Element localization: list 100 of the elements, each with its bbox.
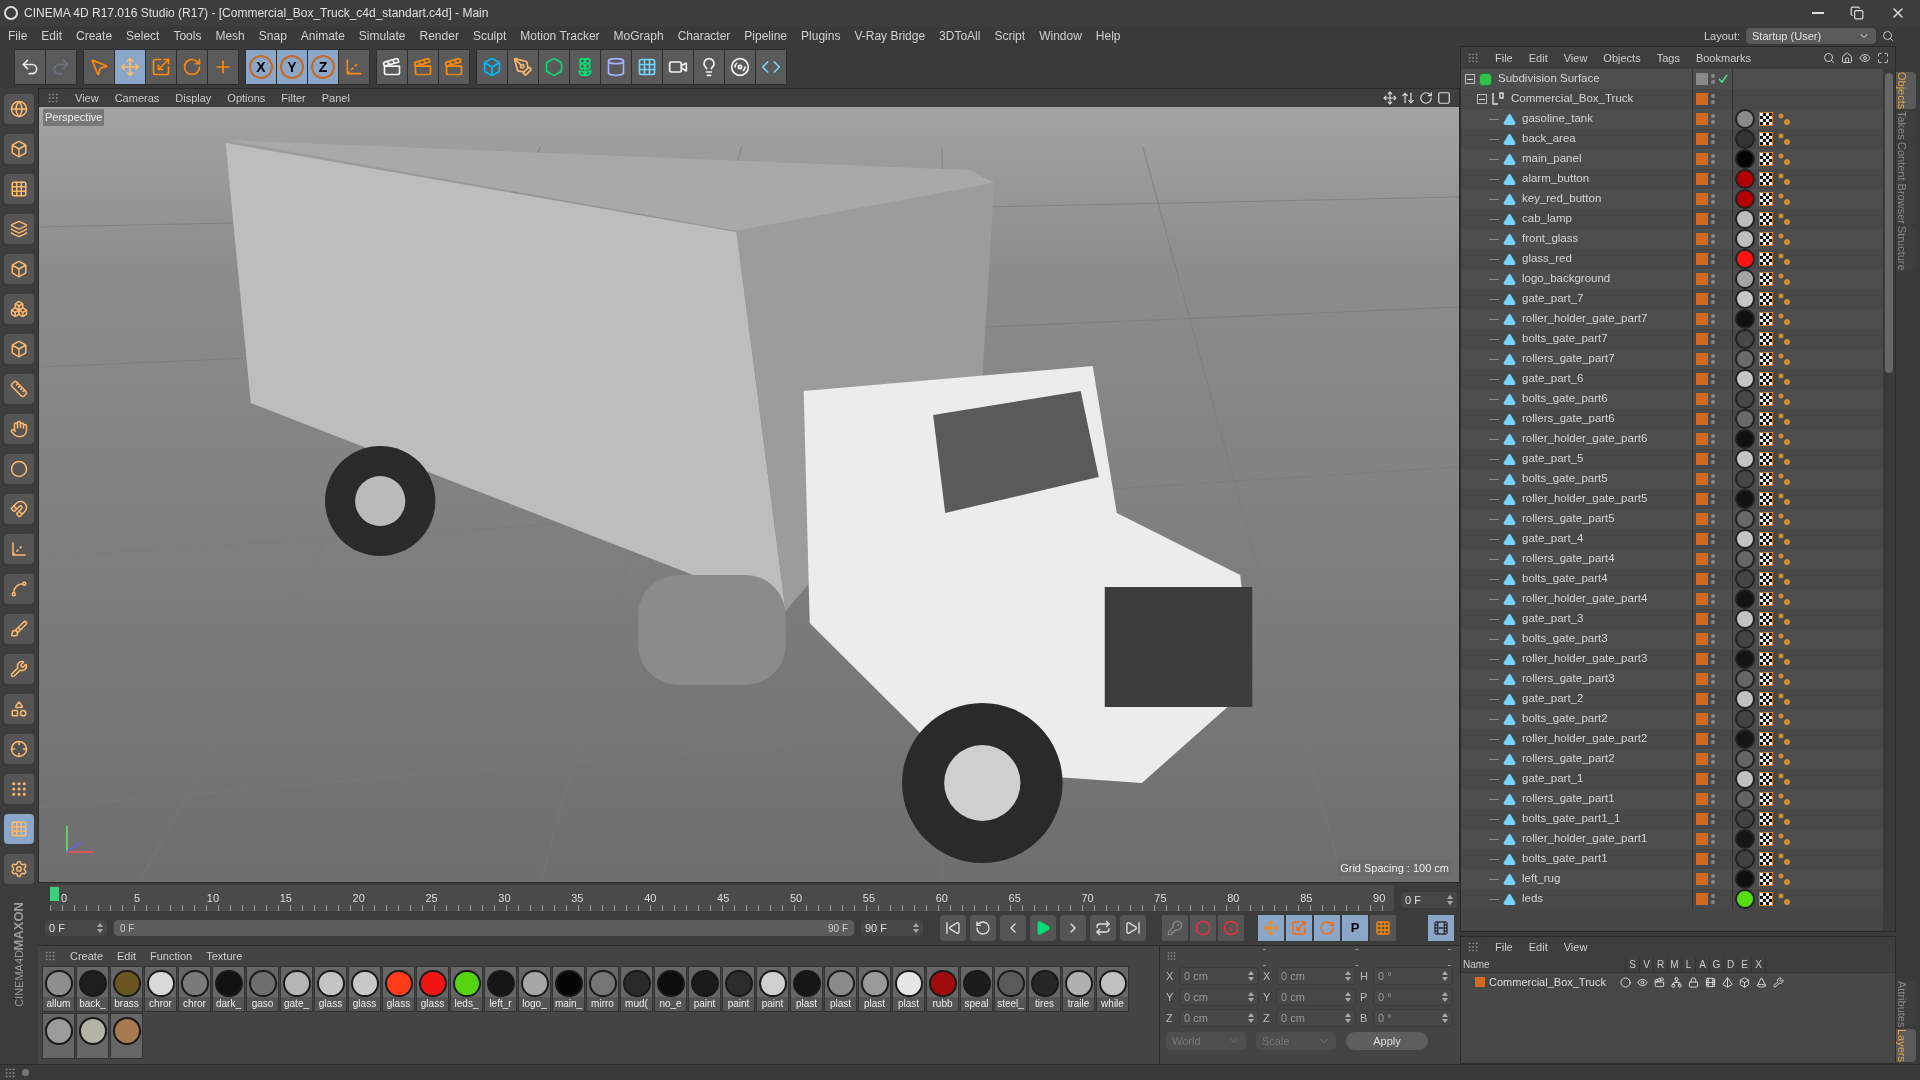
column-header[interactable]: R bbox=[1654, 957, 1668, 972]
object-name[interactable]: bolts_gate_part4 bbox=[1522, 570, 1608, 588]
material-menu-item[interactable]: Create bbox=[70, 947, 104, 965]
layer-menu-item[interactable]: File bbox=[1495, 938, 1513, 956]
object-name[interactable]: bolts_gate_part1 bbox=[1522, 850, 1608, 868]
material-swatch[interactable]: back_ bbox=[76, 966, 109, 1012]
object-name[interactable]: key_red_button bbox=[1522, 190, 1602, 208]
object-name[interactable]: roller_holder_gate_part5 bbox=[1522, 490, 1648, 508]
menu-item[interactable]: Pipeline bbox=[744, 27, 788, 45]
column-header[interactable]: S bbox=[1626, 957, 1640, 972]
object-name[interactable]: back_area bbox=[1522, 130, 1576, 148]
material-swatch[interactable]: glass bbox=[348, 966, 381, 1012]
object-name[interactable]: rollers_gate_part5 bbox=[1522, 510, 1615, 528]
menu-item[interactable]: Sculpt bbox=[472, 27, 507, 45]
column-header[interactable]: V bbox=[1640, 957, 1654, 972]
menu-item[interactable]: MoGraph bbox=[613, 27, 664, 45]
material-swatch[interactable]: tires bbox=[1028, 966, 1061, 1012]
object-name[interactable]: rollers_gate_part6 bbox=[1522, 410, 1615, 428]
object-name[interactable]: roller_holder_gate_part2 bbox=[1522, 730, 1648, 748]
material-swatch[interactable]: main_ bbox=[552, 966, 585, 1012]
object-name[interactable]: cab_lamp bbox=[1522, 210, 1572, 228]
viewport-menu-item[interactable]: Options bbox=[227, 89, 266, 107]
object-name[interactable]: roller_holder_gate_part3 bbox=[1522, 650, 1648, 668]
menu-item[interactable]: Select bbox=[126, 27, 160, 45]
object-menu-item[interactable]: Tags bbox=[1656, 49, 1680, 67]
material-swatch[interactable]: speal bbox=[960, 966, 993, 1012]
material-swatch[interactable]: paint bbox=[722, 966, 755, 1012]
object-name[interactable]: alarm_button bbox=[1522, 170, 1590, 188]
menu-item[interactable]: Window bbox=[1039, 27, 1082, 45]
material-menu-item[interactable]: Function bbox=[150, 947, 193, 965]
material-swatch[interactable]: paint bbox=[688, 966, 721, 1012]
object-name[interactable]: bolts_gate_part2 bbox=[1522, 710, 1608, 728]
menu-item[interactable]: Mesh bbox=[215, 27, 245, 45]
material-swatch[interactable]: gaso bbox=[246, 966, 279, 1012]
object-name[interactable]: glass_red bbox=[1522, 250, 1572, 268]
material-swatch[interactable]: mirro bbox=[586, 966, 619, 1012]
object-name[interactable]: front_glass bbox=[1522, 230, 1579, 248]
object-name[interactable]: gate_part_4 bbox=[1522, 530, 1584, 548]
object-name[interactable]: bolts_gate_part6 bbox=[1522, 390, 1608, 408]
material-swatch[interactable]: brass bbox=[110, 966, 143, 1012]
material-swatch[interactable]: glass bbox=[382, 966, 415, 1012]
object-name[interactable]: left_rug bbox=[1522, 870, 1561, 888]
material-swatch[interactable]: glass bbox=[314, 966, 347, 1012]
object-name[interactable]: bolts_gate_part7 bbox=[1522, 330, 1608, 348]
menu-item[interactable]: Tools bbox=[173, 27, 202, 45]
column-header[interactable]: A bbox=[1696, 957, 1710, 972]
object-name[interactable]: rollers_gate_part2 bbox=[1522, 750, 1615, 768]
layer-name[interactable]: Commercial_Box_Truck bbox=[1489, 973, 1615, 991]
material-swatch[interactable]: gate_ bbox=[280, 966, 313, 1012]
object-menu-item[interactable]: View bbox=[1563, 49, 1588, 67]
viewport-menu-item[interactable]: Cameras bbox=[114, 89, 160, 107]
menu-item[interactable]: Edit bbox=[41, 27, 63, 45]
column-header[interactable]: X bbox=[1752, 957, 1766, 972]
menu-item[interactable]: Animate bbox=[300, 27, 345, 45]
object-name[interactable]: gasoline_tank bbox=[1522, 110, 1593, 128]
object-name[interactable]: gate_part_5 bbox=[1522, 450, 1584, 468]
object-name[interactable]: rollers_gate_part4 bbox=[1522, 550, 1615, 568]
column-header[interactable]: E bbox=[1738, 957, 1752, 972]
object-name[interactable]: gate_part_6 bbox=[1522, 370, 1584, 388]
material-swatch[interactable]: plast bbox=[790, 966, 823, 1012]
object-menu-item[interactable]: Objects bbox=[1603, 49, 1641, 67]
object-name[interactable]: rollers_gate_part3 bbox=[1522, 670, 1615, 688]
material-swatch[interactable]: rubb bbox=[926, 966, 959, 1012]
menu-item[interactable]: Simulate bbox=[358, 27, 406, 45]
layer-menu-item[interactable]: Edit bbox=[1528, 938, 1548, 956]
menu-item[interactable]: Script bbox=[994, 27, 1026, 45]
key-parameter-button[interactable]: P bbox=[1342, 915, 1368, 941]
column-header[interactable]: M bbox=[1668, 957, 1682, 972]
menu-item[interactable]: Plugins bbox=[801, 27, 841, 45]
material-menu-item[interactable]: Edit bbox=[117, 947, 136, 965]
layer-menu-item[interactable]: View bbox=[1563, 938, 1588, 956]
menu-item[interactable]: Help bbox=[1095, 27, 1121, 45]
material-swatch[interactable]: traile bbox=[1062, 966, 1095, 1012]
material-swatch[interactable]: logo_ bbox=[518, 966, 551, 1012]
material-swatch[interactable]: plast bbox=[858, 966, 891, 1012]
material-swatch[interactable]: left_r bbox=[484, 966, 517, 1012]
menu-item[interactable]: Create bbox=[76, 27, 113, 45]
object-name[interactable]: rollers_gate_part1 bbox=[1522, 790, 1615, 808]
end-frame-field[interactable]: 90 F bbox=[860, 919, 924, 937]
menu-item[interactable]: 3DToAll bbox=[939, 27, 981, 45]
viewport-menu-item[interactable]: Display bbox=[175, 89, 212, 107]
column-header[interactable]: Name bbox=[1461, 957, 1626, 972]
menu-item[interactable]: Motion Tracker bbox=[520, 27, 600, 45]
axis-lock-button[interactable]: X bbox=[246, 50, 276, 84]
object-name[interactable]: logo_background bbox=[1522, 270, 1611, 288]
object-name[interactable]: bolts_gate_part1_1 bbox=[1522, 810, 1621, 828]
object-name[interactable]: main_panel bbox=[1522, 150, 1582, 168]
viewport-menu-item[interactable]: Filter bbox=[281, 89, 306, 107]
material-swatch[interactable]: plast bbox=[824, 966, 857, 1012]
object-name[interactable]: leds bbox=[1522, 890, 1544, 908]
menu-item[interactable]: Render bbox=[419, 27, 459, 45]
material-swatch[interactable]: chror bbox=[144, 966, 177, 1012]
timeline-ruler[interactable]: 0 5 10 15 20 25 30 35 40 45 50 55 60 65 70 75 80 85 90 bbox=[50, 885, 1394, 911]
object-name[interactable]: gate_part_7 bbox=[1522, 290, 1584, 308]
start-frame-field[interactable]: 0 F bbox=[44, 919, 108, 937]
material-swatch[interactable]: dark_ bbox=[212, 966, 245, 1012]
material-swatch[interactable]: chror bbox=[178, 966, 211, 1012]
column-header[interactable]: D bbox=[1724, 957, 1738, 972]
object-menu-item[interactable]: Edit bbox=[1528, 49, 1548, 67]
frame-range-slider[interactable]: 0 F 90 F bbox=[114, 920, 854, 936]
